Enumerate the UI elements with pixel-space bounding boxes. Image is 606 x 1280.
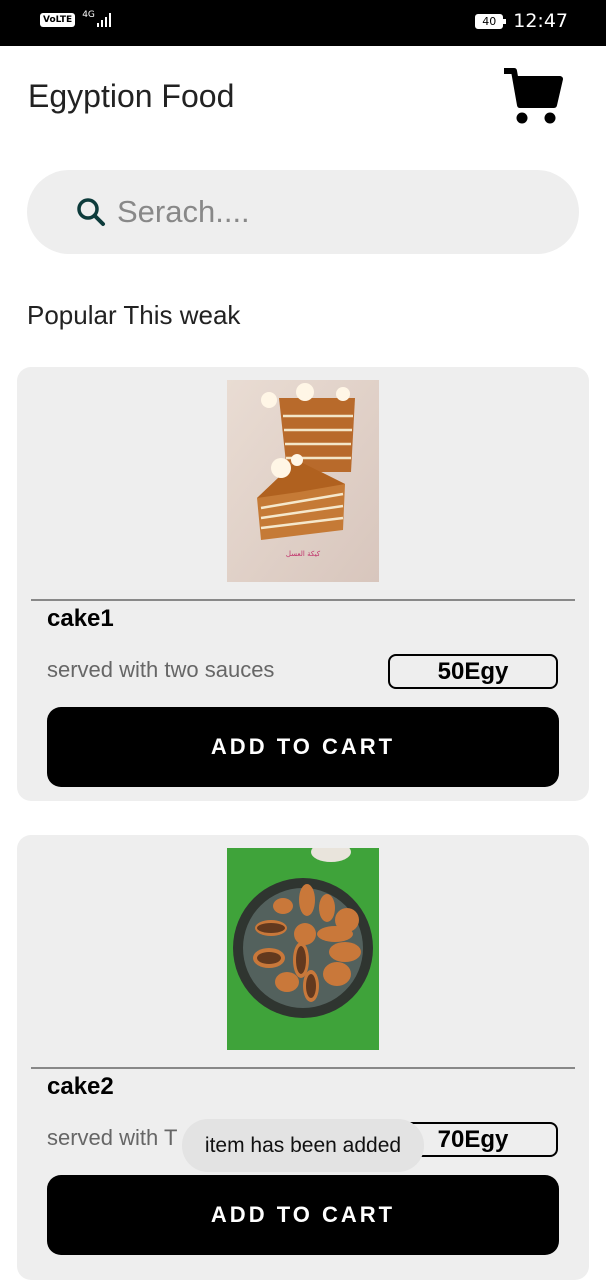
shopping-cart-icon[interactable] xyxy=(500,65,564,129)
product-card[interactable]: cake2 served with T 70Egy ADD TO CART xyxy=(17,835,589,1280)
product-description: served with two sauces xyxy=(47,657,275,682)
card-divider xyxy=(31,1067,575,1069)
status-bar: VoLTE 4G 40 12:47 xyxy=(0,0,606,46)
product-name: cake2 xyxy=(47,1073,114,1100)
product-image: كيكة العسل xyxy=(227,380,379,582)
section-title: Popular This weak xyxy=(27,300,241,330)
card-divider xyxy=(31,599,575,601)
add-to-cart-button[interactable]: ADD TO CART xyxy=(47,1175,559,1255)
product-description: served with T xyxy=(47,1125,178,1150)
app-title: Egyption Food xyxy=(28,78,235,114)
network-type: 4G xyxy=(82,10,95,20)
product-name: cake1 xyxy=(47,605,114,632)
search-bar[interactable] xyxy=(27,170,579,254)
add-to-cart-button[interactable]: ADD TO CART xyxy=(47,707,559,787)
status-time: 12:47 xyxy=(513,10,568,32)
image-caption: كيكة العسل xyxy=(286,550,321,558)
battery-level: 40 xyxy=(482,14,497,28)
product-image xyxy=(227,848,379,1050)
product-card[interactable]: كيكة العسل cake1 served with two sauces … xyxy=(17,367,589,801)
battery-icon: 40 xyxy=(475,13,507,29)
status-right: 40 12:47 xyxy=(475,10,568,32)
status-left: VoLTE 4G xyxy=(40,10,111,27)
toast-message: item has been added xyxy=(182,1119,424,1172)
product-price: 50Egy xyxy=(388,654,558,689)
search-input[interactable] xyxy=(117,190,537,234)
search-icon[interactable] xyxy=(75,196,107,228)
signal-icon xyxy=(96,13,111,27)
volte-indicator: VoLTE xyxy=(40,13,76,27)
